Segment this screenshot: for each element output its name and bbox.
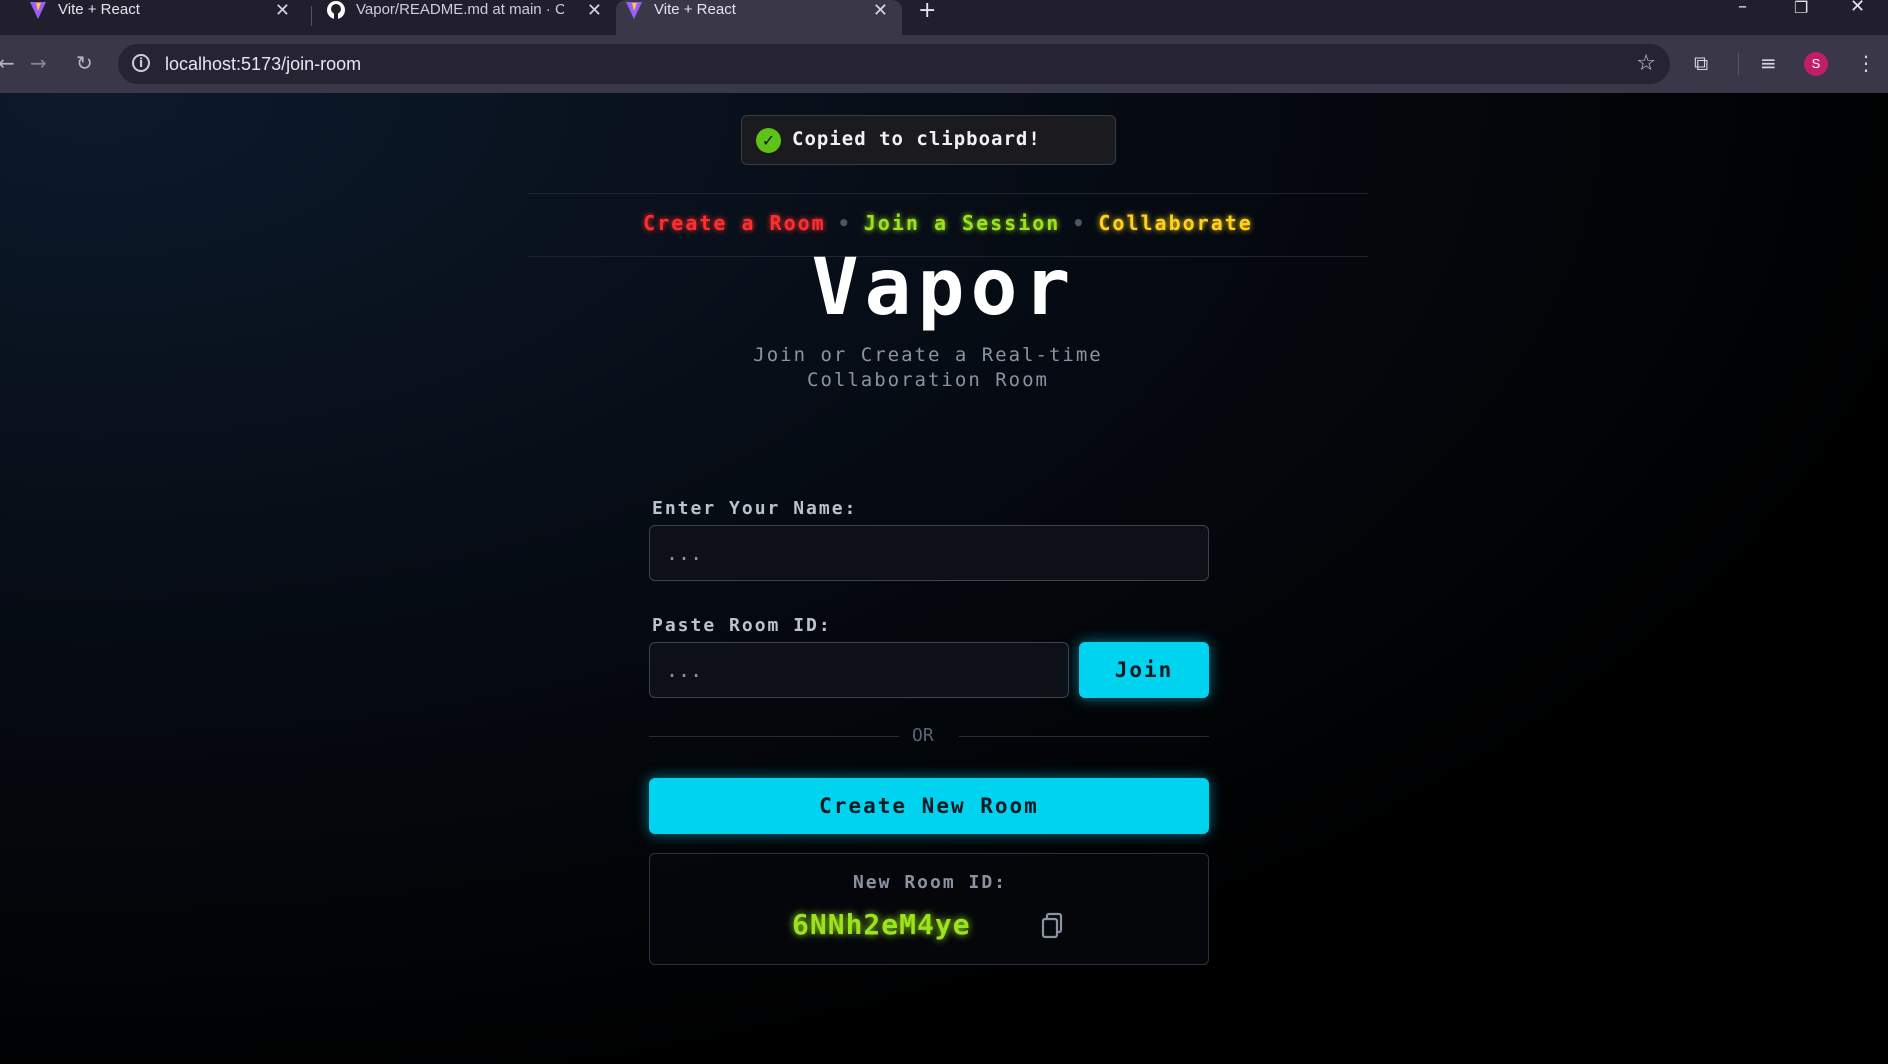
new-room-label: New Room ID:	[852, 872, 1008, 893]
window-close-icon[interactable]: ✕	[1850, 0, 1865, 17]
restore-icon[interactable]: ❐	[1794, 0, 1808, 17]
browser-tab-active[interactable]: Vite + React ✕	[616, 0, 902, 35]
name-label: Enter Your Name:	[652, 498, 858, 519]
close-icon[interactable]: ✕	[873, 0, 888, 20]
subtitle-line-1: Join or Create a Real-time	[753, 344, 1103, 366]
name-input[interactable]	[650, 526, 1208, 580]
tab-title: Vapor/README.md at main · Ch	[356, 1, 564, 18]
tab-strip: Vite + React ✕ Vapor/README.md at main ·…	[0, 0, 1888, 35]
or-divider-label: OR	[912, 725, 934, 746]
toast-message: Copied to clipboard!	[792, 128, 1041, 150]
vite-icon	[30, 2, 46, 19]
room-id-label: Paste Room ID:	[652, 615, 832, 636]
page-content: ✓ Copied to clipboard! Create a Room • Joi…	[0, 93, 1888, 1064]
page-subtitle: Join or Create a Real-time Collaboration…	[640, 343, 1216, 393]
reload-icon[interactable]: ↻	[76, 51, 93, 75]
vite-icon	[626, 2, 642, 19]
browser-tab[interactable]: Vite + React ✕	[0, 0, 304, 35]
tagline: Create a Room • Join a Session • Collaborate	[528, 211, 1368, 235]
site-info-icon[interactable]: i	[132, 54, 150, 72]
app-logo: Vapor	[811, 243, 1077, 333]
name-field[interactable]	[649, 525, 1209, 581]
profile-avatar[interactable]: S	[1804, 52, 1828, 76]
tagline-join: Join a Session	[863, 211, 1061, 235]
new-tab-icon[interactable]: +	[918, 0, 936, 23]
github-icon	[327, 1, 345, 19]
browser-toolbar: ← → ↻ i localhost:5173/join-room ☆ ⧉ ≡ S…	[0, 35, 1888, 93]
minimize-icon[interactable]: –	[1738, 0, 1747, 17]
room-id-input[interactable]	[650, 643, 1068, 697]
menu-icon[interactable]: ⋮	[1856, 51, 1876, 75]
browser-tab[interactable]: Vapor/README.md at main · Ch ✕	[312, 0, 616, 35]
tagline-create: Create a Room	[643, 211, 826, 235]
close-icon[interactable]: ✕	[275, 0, 290, 20]
tagline-separator: •	[837, 211, 852, 235]
back-icon[interactable]: ←	[0, 51, 15, 75]
join-button[interactable]: Join	[1079, 642, 1209, 698]
toolbar-divider	[1738, 53, 1739, 75]
media-controls-icon[interactable]: ≡	[1760, 51, 1777, 75]
new-room-panel: New Room ID: 6NNh2eM4ye	[649, 853, 1209, 965]
url-text[interactable]: localhost:5173/join-room	[165, 54, 361, 75]
forward-icon[interactable]: →	[30, 51, 47, 75]
room-id-field[interactable]	[649, 642, 1069, 698]
tab-title: Vite + React	[58, 1, 140, 18]
divider-right	[959, 736, 1209, 737]
address-bar[interactable]: i localhost:5173/join-room ☆	[118, 44, 1670, 84]
tagline-collaborate: Collaborate	[1098, 211, 1253, 235]
check-circle-icon: ✓	[756, 128, 781, 153]
divider-left	[649, 736, 899, 737]
copy-icon[interactable]	[1040, 912, 1066, 940]
tab-title: Vite + React	[654, 1, 736, 18]
create-room-button[interactable]: Create New Room	[649, 778, 1209, 834]
new-room-id[interactable]: 6NNh2eM4ye	[792, 908, 971, 941]
subtitle-line-2: Collaboration Room	[807, 369, 1049, 391]
toast-notification: ✓ Copied to clipboard!	[741, 115, 1116, 165]
tagline-separator: •	[1072, 211, 1087, 235]
close-icon[interactable]: ✕	[587, 0, 602, 20]
extensions-icon[interactable]: ⧉	[1694, 51, 1708, 75]
bookmark-star-icon[interactable]: ☆	[1636, 51, 1656, 76]
